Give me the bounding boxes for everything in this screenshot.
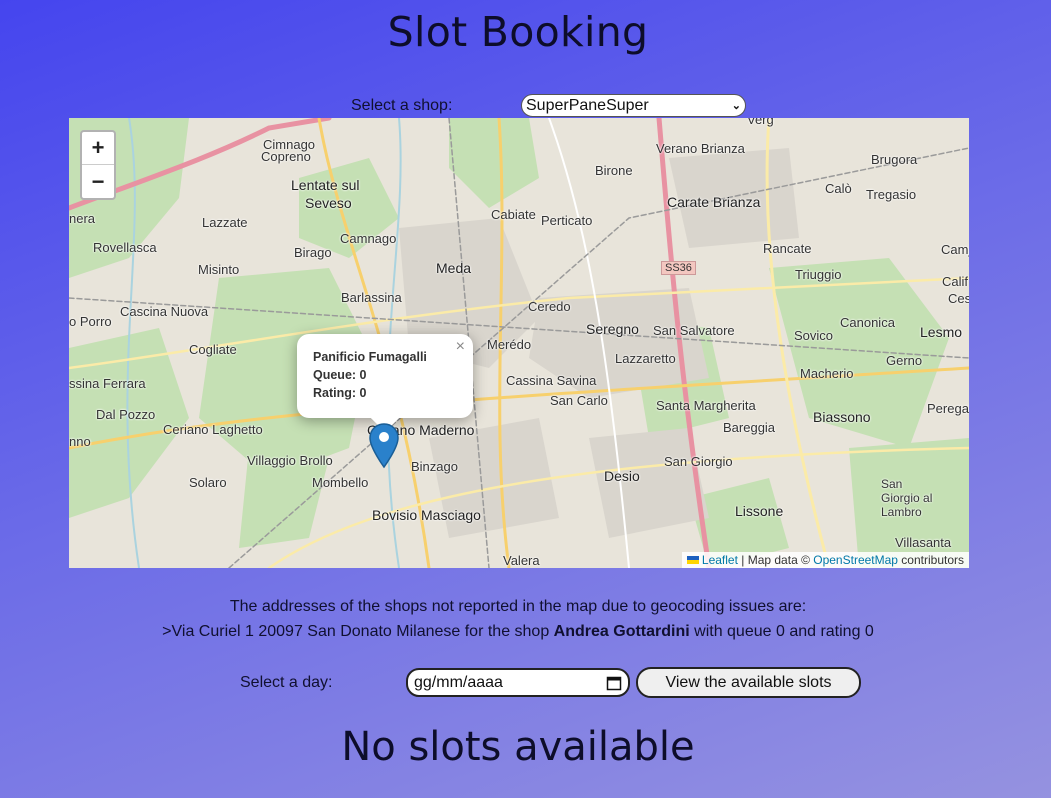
map-place-label: Rovellasca bbox=[93, 240, 157, 255]
leaflet-link[interactable]: Leaflet bbox=[702, 553, 738, 567]
map-place-label: Cesana bbox=[948, 291, 969, 306]
no-slots-message: No slots available bbox=[341, 724, 695, 770]
attribution-tail: contributors bbox=[897, 553, 964, 567]
shop-select-label: Select a shop: bbox=[351, 97, 453, 114]
popup-rating: Rating: 0 bbox=[313, 386, 367, 400]
map-place-label: Villaggio Brollo bbox=[247, 453, 333, 468]
map-place-label: Verg bbox=[747, 118, 774, 127]
map-place-label: Brugora bbox=[871, 152, 918, 167]
map-place-label: San Salvatore bbox=[653, 323, 735, 338]
map-place-label: Merédo bbox=[487, 337, 532, 352]
map-place-label: Cassina Savina bbox=[506, 373, 597, 388]
map-place-label: ssina Ferrara bbox=[69, 376, 146, 391]
map-place-label: Bovisio Masciago bbox=[372, 507, 481, 523]
shop-select[interactable]: SuperPaneSuper ⌄ bbox=[521, 94, 746, 117]
map-place-label: Tregasio bbox=[866, 187, 917, 202]
map-place-label: Camnago bbox=[340, 231, 397, 246]
flag-icon bbox=[686, 556, 699, 564]
map-place-label: Perticato bbox=[541, 213, 593, 228]
map-place-label: Lentate sul bbox=[291, 177, 360, 193]
map-place-label: Mombello bbox=[312, 475, 369, 490]
map-place-label: Binzago bbox=[411, 459, 458, 474]
page-title: Slot Booking bbox=[387, 8, 649, 56]
date-input[interactable]: gg/mm/aaaa bbox=[406, 668, 630, 697]
day-select-label: Select a day: bbox=[240, 674, 333, 691]
geocoding-address: >Via Curiel 1 20097 San Donato Milanese … bbox=[162, 623, 554, 640]
map-place-label: Ceriano Laghetto bbox=[163, 422, 263, 437]
close-icon[interactable]: × bbox=[456, 338, 465, 356]
map-road-shield: SS36 bbox=[661, 261, 696, 275]
map-place-label: Calif bbox=[942, 274, 969, 289]
map-popup: × Panificio Fumagalli Queue: 0 Rating: 0 bbox=[297, 334, 473, 433]
map-place-label: Calò bbox=[825, 181, 852, 196]
map-place-label: Camj bbox=[941, 242, 969, 257]
map-place-label: Biassono bbox=[813, 409, 871, 425]
map-place-label: San Giorgio al Lambro bbox=[881, 477, 933, 519]
map-pin-icon[interactable] bbox=[369, 423, 399, 469]
map-place-label: Triuggio bbox=[795, 267, 842, 282]
map-place-label: Rancate bbox=[763, 241, 812, 256]
map-place-label: San Giorgio bbox=[664, 454, 733, 469]
map-place-label: Solaro bbox=[189, 475, 227, 490]
map-place-label: Misinto bbox=[198, 262, 240, 277]
zoom-in-button[interactable]: + bbox=[82, 132, 114, 165]
map-place-label: Bareggia bbox=[723, 420, 776, 435]
map-place-label: Canonica bbox=[840, 315, 895, 330]
map-place-label: Verano Brianza bbox=[656, 141, 745, 156]
map-place-label: San Carlo bbox=[550, 393, 608, 408]
geocoding-intro: The addresses of the shops not reported … bbox=[229, 598, 807, 615]
map-place-label: Birago bbox=[294, 245, 332, 260]
date-input-placeholder: gg/mm/aaaa bbox=[414, 673, 503, 691]
map-attribution: Leaflet | Map data © OpenStreetMap contr… bbox=[681, 552, 969, 568]
map-place-label: Valera bbox=[503, 553, 540, 568]
map-place-label: Meda bbox=[436, 260, 472, 276]
map-place-label: Ceredo bbox=[528, 299, 571, 314]
map-place-label: Cogliate bbox=[189, 342, 237, 357]
map-place-label: Seregno bbox=[586, 321, 639, 337]
zoom-control: + − bbox=[80, 130, 116, 200]
attribution-text: | Map data © bbox=[737, 553, 814, 567]
map-place-label: nera bbox=[69, 211, 96, 226]
map-place-label: Peregal bbox=[927, 401, 969, 416]
map-place-label: Lazzaretto bbox=[615, 351, 676, 366]
map-place-label: Lesmo bbox=[920, 324, 963, 340]
chevron-down-icon: ⌄ bbox=[731, 100, 741, 112]
map-place-label: Lissone bbox=[735, 503, 784, 519]
map-place-label: Birone bbox=[595, 163, 633, 178]
map-place-label: Dal Pozzo bbox=[96, 407, 156, 422]
map-place-label: Lazzate bbox=[202, 215, 248, 230]
map-place-label: Seveso bbox=[305, 195, 352, 211]
map-place-label: Cabiate bbox=[491, 207, 536, 222]
map-place-label: Barlassina bbox=[341, 290, 402, 305]
zoom-out-button[interactable]: − bbox=[82, 165, 114, 198]
geocoding-item: >Via Curiel 1 20097 San Donato Milanese … bbox=[0, 623, 1036, 641]
map-place-label: Copreno bbox=[261, 149, 311, 164]
map-place-label: Desio bbox=[604, 468, 640, 484]
map[interactable]: Cimnago Copreno Lentate sul Seveso Lazza… bbox=[69, 118, 969, 568]
geocoding-shop: Andrea Gottardini bbox=[553, 623, 690, 640]
map-place-label: Macherio bbox=[800, 366, 854, 381]
map-place-label: Santa Margherita bbox=[656, 398, 756, 413]
map-place-label: Cascina Nuova bbox=[120, 304, 209, 319]
map-place-label: Sovico bbox=[794, 328, 834, 343]
map-place-label: o Porro bbox=[69, 314, 112, 329]
map-place-label: Gerno bbox=[886, 353, 923, 368]
map-place-label: Villasanta bbox=[895, 535, 952, 550]
popup-queue: Queue: 0 bbox=[313, 368, 367, 382]
view-slots-button[interactable]: View the available slots bbox=[636, 667, 861, 698]
map-place-label: Carate Brianza bbox=[667, 194, 761, 210]
osm-link[interactable]: OpenStreetMap bbox=[813, 553, 898, 567]
shop-select-value: SuperPaneSuper bbox=[526, 96, 649, 114]
calendar-icon[interactable] bbox=[606, 675, 622, 691]
geocoding-details: with queue 0 and rating 0 bbox=[689, 623, 874, 640]
popup-shop-name: Panificio Fumagalli bbox=[313, 350, 427, 364]
map-place-label: nno bbox=[69, 434, 91, 449]
